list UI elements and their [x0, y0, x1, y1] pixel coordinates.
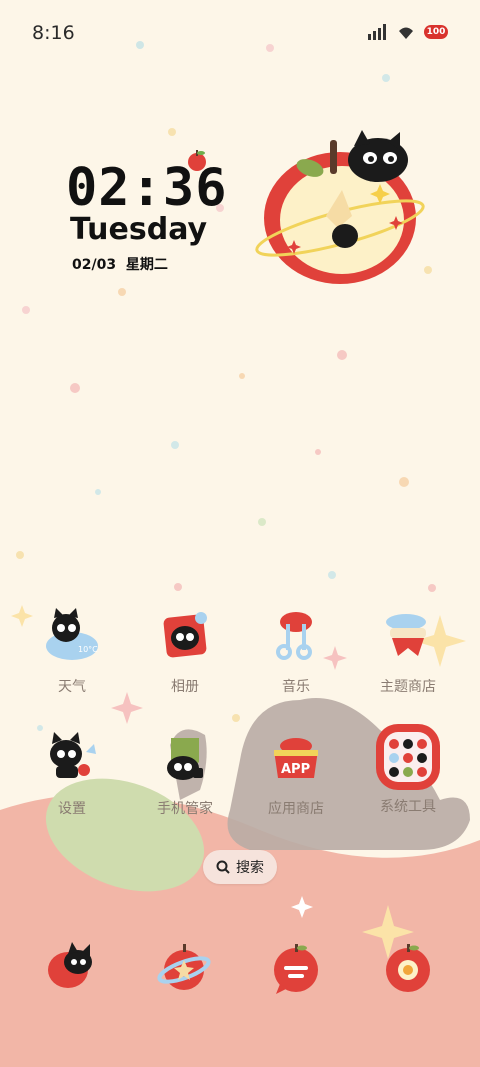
app-app-store[interactable]: APP 应用商店 — [241, 730, 351, 818]
weather-icon: 10°C — [46, 608, 98, 660]
status-bar: 8:16 100 — [0, 0, 480, 68]
battery-icon: 100 — [424, 25, 448, 39]
dock — [0, 935, 480, 1005]
clock-time: 02:36 — [66, 158, 228, 218]
music-icon — [276, 612, 312, 660]
status-time: 8:16 — [32, 22, 75, 44]
app-label: 应用商店 — [268, 801, 324, 817]
app-label: 设置 — [58, 801, 86, 817]
camera-icon[interactable] — [380, 940, 436, 996]
app-store-badge: APP — [281, 762, 310, 777]
messages-icon[interactable] — [268, 940, 324, 996]
app-label: 音乐 — [282, 679, 310, 695]
browser-icon[interactable] — [156, 940, 212, 996]
clock-date: 02/03 星期二 — [72, 257, 168, 273]
app-label: 手机管家 — [157, 801, 213, 817]
gallery-icon — [163, 612, 207, 658]
weather-temp: 10°C — [78, 645, 98, 654]
app-settings[interactable]: 设置 — [17, 730, 127, 818]
phone-manager-icon — [167, 738, 203, 780]
signal-icon — [368, 24, 386, 40]
app-label: 主题商店 — [380, 679, 436, 695]
clock-weekday: Tuesday — [70, 212, 208, 247]
battery-level: 100 — [426, 27, 446, 37]
apple-cat-widget[interactable] — [250, 128, 440, 288]
search-label: 搜索 — [236, 860, 264, 876]
system-tools-icon — [376, 724, 440, 790]
wifi-icon — [399, 27, 413, 39]
app-store-icon: APP — [274, 738, 318, 778]
app-phone-manager[interactable]: 手机管家 — [130, 730, 240, 818]
app-gallery[interactable]: 相册 — [130, 608, 240, 696]
app-weather[interactable]: 10°C 天气 — [17, 608, 127, 696]
settings-icon — [50, 732, 96, 778]
phone-icon[interactable] — [44, 940, 100, 996]
search-button[interactable]: 搜索 — [203, 850, 277, 884]
search-icon — [216, 860, 230, 874]
theme-store-icon — [386, 614, 426, 656]
app-music[interactable]: 音乐 — [241, 608, 351, 696]
app-label: 系统工具 — [380, 799, 436, 815]
app-label: 天气 — [58, 679, 86, 695]
app-label: 相册 — [171, 679, 199, 695]
app-system-tools[interactable]: 系统工具 — [353, 722, 463, 816]
app-theme-store[interactable]: 主题商店 — [353, 608, 463, 696]
status-icons: 100 — [368, 24, 448, 40]
